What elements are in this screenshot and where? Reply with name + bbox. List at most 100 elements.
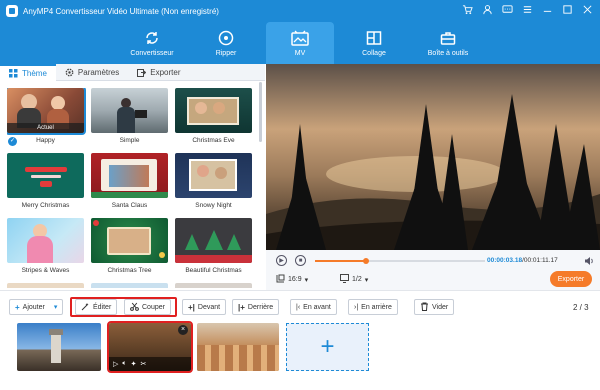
magic-wand-icon[interactable]: ✦ (131, 360, 137, 368)
remove-clip-icon[interactable]: × (178, 325, 188, 335)
volume-icon[interactable] (584, 256, 594, 268)
theme-simple[interactable]: Simple (91, 88, 168, 152)
plus-icon: + (320, 333, 335, 360)
theme-partial[interactable] (91, 283, 168, 288)
back-button[interactable]: |+ Derrière (232, 299, 280, 315)
preview-panel: ▶ ■ 00:00:03.18/00:01:11.17 16:9 ▾ 1/2 ▾… (266, 64, 600, 290)
selected-check-icon: ✓ (8, 137, 17, 146)
user-icon[interactable] (481, 4, 494, 17)
theme-thumbnail (175, 88, 252, 133)
theme-happy[interactable]: Actuel ✓ Happy (7, 88, 86, 152)
tool-label: Ripper (215, 49, 237, 57)
theme-thumbnail: Actuel (7, 88, 86, 135)
gear-icon (65, 68, 74, 77)
theme-partial[interactable] (7, 283, 84, 288)
theme-santa-claus[interactable]: Santa Claus (91, 153, 168, 217)
play-icon[interactable]: ▶ (276, 255, 287, 266)
minimize-icon[interactable] (541, 4, 554, 17)
play-icon[interactable]: ▷ (113, 360, 118, 368)
app-title: AnyMP4 Convertisseur Vidéo Ultimate (Non… (23, 6, 219, 16)
theme-name: Christmas Tree (107, 267, 152, 274)
add-button[interactable]: + Ajouter ▾ (9, 299, 64, 315)
forward-button[interactable]: |‹ En avant (290, 299, 337, 315)
theme-name: Santa Claus (111, 202, 148, 209)
time-current: 00:00:03.18 (487, 257, 523, 264)
add-label: Ajouter (22, 303, 45, 311)
export-icon (137, 68, 147, 77)
tool-toolbox[interactable]: Boîte à outils (414, 22, 482, 64)
app-logo-icon (6, 5, 18, 17)
theme-beautiful-christmas[interactable]: Beautiful Christmas (175, 218, 252, 282)
backward-button[interactable]: ›| En arrière (348, 299, 398, 315)
progress-fill (315, 260, 366, 262)
action-bar: + Ajouter ▾ Éditer Couper +| Devant |+ D… (0, 290, 600, 320)
export-button[interactable]: Exporter (550, 271, 592, 287)
theme-name: Christmas Eve (192, 137, 235, 144)
disc-icon (217, 30, 235, 46)
theme-merry-christmas[interactable]: Merry Christmas (7, 153, 84, 217)
split-value: 1/2 (352, 276, 362, 283)
tool-mv[interactable]: MV (266, 22, 334, 64)
theme-scrollbar[interactable] (259, 82, 262, 142)
scissors-icon[interactable]: ✂ (140, 360, 146, 368)
theme-thumbnail (91, 283, 168, 288)
split-screen-select[interactable]: 1/2 ▾ (340, 274, 368, 285)
theme-christmas-tree[interactable]: Christmas Tree (91, 218, 168, 282)
stop-icon[interactable]: ■ (295, 255, 306, 266)
tool-convertisseur[interactable]: Convertisseur (118, 22, 186, 64)
trash-icon (420, 302, 429, 313)
main-toolbar: Convertisseur Ripper MV Collage Boîte à … (0, 22, 600, 64)
theme-thumbnail (91, 218, 168, 263)
theme-thumbnail (175, 283, 252, 288)
monitor-icon (340, 274, 349, 285)
theme-name: Stripes & Waves (21, 267, 70, 274)
maximize-icon[interactable] (561, 4, 574, 17)
menu-icon[interactable] (521, 4, 534, 17)
volume-icon[interactable]: 🔈︎ (122, 360, 126, 368)
forward-icon: |‹ (296, 303, 301, 311)
tab-parametres[interactable]: Paramètres (56, 64, 128, 81)
mv-icon (291, 30, 309, 46)
timeline-clip[interactable] (17, 323, 101, 371)
collage-icon (365, 30, 383, 46)
back-icon: |+ (238, 302, 245, 312)
left-tabs: Thème Paramètres Exporter (0, 64, 265, 81)
theme-stripes-waves[interactable]: Stripes & Waves (7, 218, 84, 282)
time-total: /00:01:11.17 (522, 257, 558, 264)
theme-grid: Actuel ✓ Happy Simple Christmas Eve Merr… (7, 88, 257, 288)
add-clip-button[interactable]: + (286, 323, 369, 371)
theme-christmas-eve[interactable]: Christmas Eve (175, 88, 252, 152)
chevron-down-icon[interactable]: ▾ (54, 303, 58, 311)
clip-toolbar: ▷ 🔈︎ ✦ ✂ (109, 357, 191, 371)
backward-label: En arrière (361, 303, 392, 311)
video-preview[interactable] (266, 64, 600, 250)
tool-ripper[interactable]: Ripper (192, 22, 260, 64)
forward-label: En avant (303, 303, 331, 311)
tool-label: MV (294, 49, 306, 57)
progress-bar[interactable] (315, 258, 485, 264)
timeline-clip[interactable] (197, 323, 279, 371)
close-icon[interactable] (581, 4, 594, 17)
clear-button[interactable]: Vider (414, 299, 455, 315)
theme-thumbnail (91, 153, 168, 198)
toolbox-icon (439, 30, 457, 46)
theme-name: Happy (36, 137, 55, 144)
theme-thumbnail (7, 153, 84, 198)
aspect-ratio-select[interactable]: 16:9 ▾ (276, 274, 308, 285)
tool-collage[interactable]: Collage (340, 22, 408, 64)
timeline: × ▷ 🔈︎ ✦ ✂ + (0, 320, 600, 390)
theme-name: Simple (119, 137, 140, 144)
front-button[interactable]: +| Devant (182, 299, 227, 315)
timecode: 00:00:03.18/00:01:11.17 (487, 257, 558, 264)
theme-snowy-night[interactable]: Snowy Night (175, 153, 252, 217)
theme-thumbnail (91, 88, 168, 133)
progress-knob[interactable] (363, 258, 369, 264)
cart-icon[interactable] (461, 4, 474, 17)
timeline-clip-selected[interactable]: × ▷ 🔈︎ ✦ ✂ (107, 321, 193, 373)
tab-theme[interactable]: Thème (0, 64, 56, 81)
theme-partial[interactable] (175, 283, 252, 288)
feedback-icon[interactable] (501, 4, 514, 17)
theme-name: Snowy Night (195, 202, 232, 209)
tab-label: Thème (22, 69, 47, 78)
tab-exporter[interactable]: Exporter (128, 64, 189, 81)
